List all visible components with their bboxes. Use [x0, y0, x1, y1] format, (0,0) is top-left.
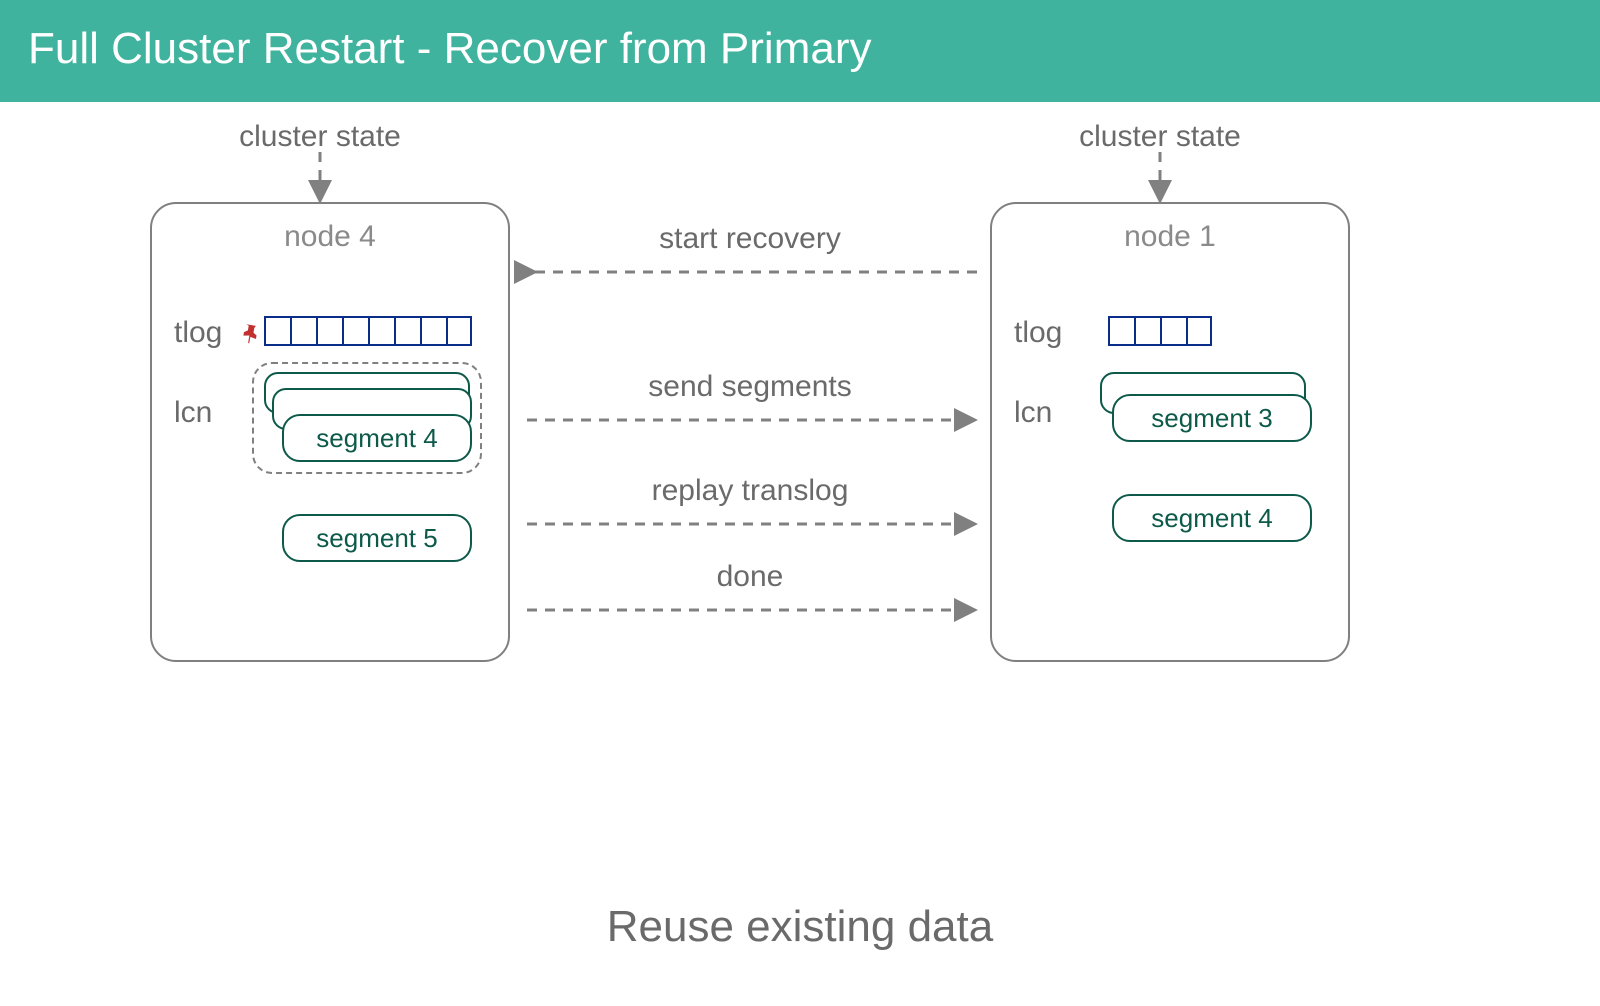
arrow-send-segments [522, 412, 982, 428]
arrow-done [522, 602, 982, 618]
arrow-start-recovery [522, 264, 982, 280]
footer-caption: Reuse existing data [0, 902, 1600, 952]
node-right: node 1 tlog lcn segment 3 segment 4 [990, 202, 1350, 662]
cluster-state-left-label: cluster state [210, 120, 430, 154]
node-right-seg-top: segment 3 [1112, 394, 1312, 442]
msg-start-recovery: start recovery [560, 222, 940, 256]
node-right-tlog-label: tlog [1014, 316, 1062, 350]
node-left-title: node 4 [152, 220, 508, 254]
node-left-tlog-cells [264, 316, 472, 346]
segment-extra: segment 5 [282, 514, 472, 562]
arrow-replay-translog [522, 516, 982, 532]
cluster-state-right-label: cluster state [1050, 120, 1270, 154]
slide-title: Full Cluster Restart - Recover from Prim… [0, 0, 1600, 102]
node-left: node 4 tlog lcn segment 4 segment 5 [150, 202, 510, 662]
node-right-seg-bottom: segment 4 [1112, 494, 1312, 542]
node-right-tlog-cells [1108, 316, 1212, 346]
msg-send-segments: send segments [560, 370, 940, 404]
node-right-lcn-label: lcn [1014, 396, 1052, 430]
msg-replay-translog: replay translog [560, 474, 940, 508]
node-right-title: node 1 [992, 220, 1348, 254]
diagram-stage: cluster state cluster state node 4 tlog … [0, 102, 1600, 882]
node-left-tlog-label: tlog [174, 316, 222, 350]
segment-group-front: segment 4 [282, 414, 472, 462]
node-left-lcn-label: lcn [174, 396, 212, 430]
msg-done: done [560, 560, 940, 594]
pushpin-icon [236, 318, 264, 346]
